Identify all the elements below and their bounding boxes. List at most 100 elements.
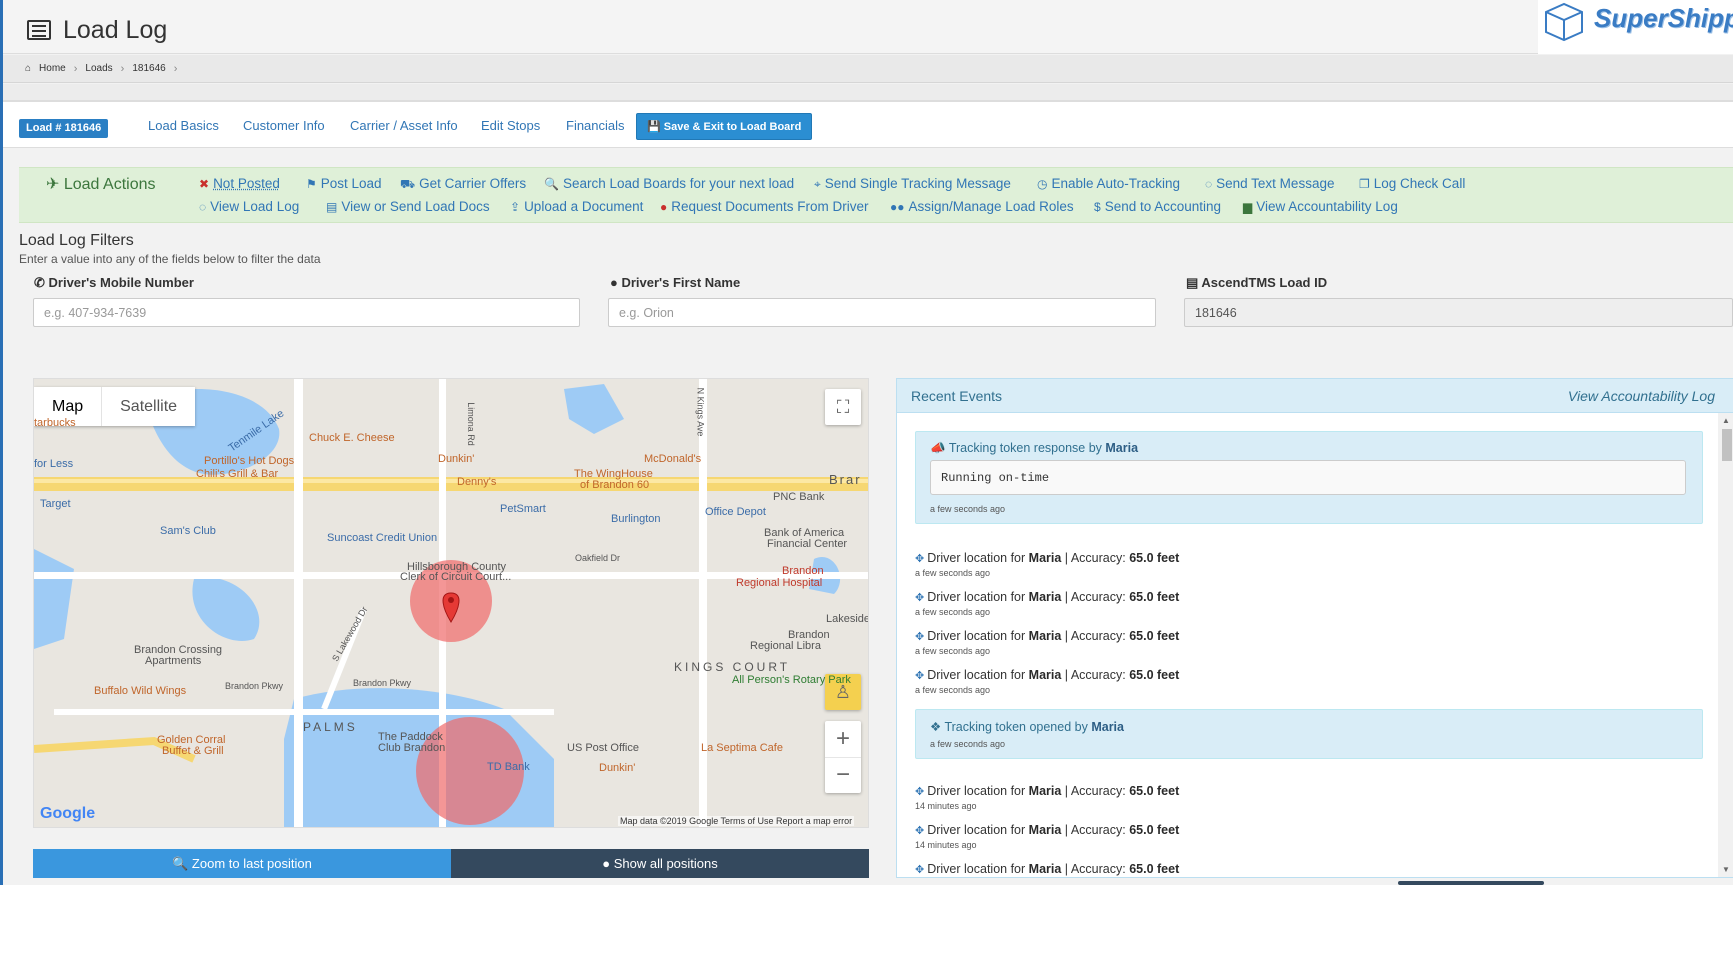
action-view-load-log[interactable]: ◌ View Load Log: [199, 199, 299, 214]
mobile-number-input[interactable]: e.g. 407-934-7639: [33, 298, 580, 327]
tracking-map[interactable]: Map Satellite ⛶ ♙ + − Tenmile Lake Chuck…: [33, 378, 869, 828]
event-accuracy: 65.0 feet: [1129, 784, 1180, 798]
event-accuracy: 65.0 feet: [1129, 862, 1180, 876]
zoom-controls: + −: [825, 721, 861, 793]
action-enable-auto-tracking[interactable]: ◷ Enable Auto-Tracking: [1037, 176, 1180, 191]
map-attribution[interactable]: Map data ©2019 Google Terms of Use Repor…: [618, 816, 855, 826]
event-title: ❖ Tracking token opened by Maria: [930, 719, 1124, 734]
map-label: Denny's: [457, 476, 497, 488]
scroll-up-icon[interactable]: ▲: [1722, 416, 1730, 425]
x-icon: ✖: [199, 177, 210, 191]
zoom-out-icon[interactable]: −: [825, 757, 861, 793]
map-label: Buffalo Wild Wings: [94, 685, 187, 697]
map-label: Dunkin': [438, 453, 475, 465]
event-box: ❖ Tracking token opened by Maria a few s…: [915, 709, 1703, 759]
action-request-documents[interactable]: ● Request Documents From Driver: [660, 199, 869, 214]
map-type-satellite[interactable]: Satellite: [102, 387, 195, 426]
cube-logo-icon: [1545, 2, 1583, 42]
map-label: Buffet & Grill: [162, 745, 224, 757]
action-label: Assign/Manage Load Roles: [908, 199, 1074, 214]
event-accuracy: 65.0 feet: [1129, 590, 1180, 604]
upload-icon: ⇪: [510, 200, 521, 214]
map-label: tarbucks: [34, 417, 76, 429]
action-search-load-boards[interactable]: 🔍 Search Load Boards for your next load: [544, 176, 794, 191]
save-exit-button[interactable]: 💾 Save & Exit to Load Board: [636, 113, 813, 140]
search-icon: 🔍: [172, 856, 192, 871]
action-send-to-accounting[interactable]: $ Send to Accounting: [1094, 199, 1221, 214]
breadcrumb-home[interactable]: Home: [39, 63, 66, 74]
event-accuracy: 65.0 feet: [1129, 551, 1180, 565]
bullhorn-icon: 📣: [930, 441, 949, 455]
phone-icon: ✆: [34, 275, 49, 290]
briefcase-icon: ▆: [1243, 200, 1253, 214]
events-list: 📣 Tracking token response by Maria Runni…: [897, 413, 1717, 877]
action-assign-roles[interactable]: ●● Assign/Manage Load Roles: [890, 199, 1074, 214]
event-separator: | Accuracy:: [1064, 668, 1126, 682]
action-label: Send Text Message: [1216, 176, 1335, 191]
breadcrumb-load-id[interactable]: 181646: [132, 63, 165, 74]
map-label: KINGS COURT: [674, 660, 791, 674]
company-logo[interactable]: SuperShippe: [1538, 0, 1733, 54]
action-view-accountability-log[interactable]: ▆ View Accountability Log: [1243, 199, 1398, 214]
crosshair-icon: ✥: [915, 864, 925, 876]
event-separator: | Accuracy:: [1064, 551, 1126, 565]
chat-widget-tab[interactable]: [1398, 881, 1544, 885]
button-label: Zoom to last position: [191, 856, 312, 871]
event-row: ✥ Driver location for Maria | Accuracy: 6…: [915, 668, 1179, 682]
load-actions-panel: ✈ Load Actions ✖ Not Posted ⚑ Post Load ⛟ G…: [19, 167, 1733, 223]
crosshair-icon: ✥: [915, 553, 925, 565]
tab-customer-info[interactable]: Customer Info: [243, 118, 325, 133]
action-post-load[interactable]: ⚑ Post Load: [306, 176, 382, 191]
view-accountability-log-link[interactable]: View Accountability Log: [1568, 388, 1715, 404]
action-not-posted[interactable]: ✖ Not Posted: [199, 176, 280, 191]
crosshair-icon: ✥: [915, 631, 925, 643]
map-label: Lakeside C: [826, 613, 869, 625]
tab-edit-stops[interactable]: Edit Stops: [481, 118, 540, 133]
zoom-in-icon[interactable]: +: [825, 721, 861, 757]
action-label: View Load Log: [210, 199, 300, 214]
action-send-text-message[interactable]: ◌ Send Text Message: [1205, 176, 1334, 191]
save-exit-label: Save & Exit to Load Board: [663, 121, 802, 133]
action-view-send-docs[interactable]: ▤ View or Send Load Docs: [326, 199, 490, 214]
breadcrumb-loads[interactable]: Loads: [85, 63, 112, 74]
map-label: All Person's Rotary Park: [732, 674, 851, 686]
event-row: ✥ Driver location for Maria | Accuracy: 6…: [915, 590, 1179, 604]
map-label: PNC Bank: [773, 491, 825, 503]
filters-subtitle: Enter a value into any of the fields bel…: [19, 252, 321, 266]
show-all-positions-button[interactable]: ● Show all positions: [451, 849, 869, 878]
map-label: N Kings Ave: [695, 387, 706, 437]
event-separator: | Accuracy:: [1064, 629, 1126, 643]
fullscreen-icon[interactable]: ⛶: [825, 389, 861, 425]
event-text: Driver location for: [927, 551, 1026, 565]
crosshair-icon: ✥: [915, 670, 925, 682]
map-label: Sam's Club: [160, 525, 216, 537]
map-label: for Less: [34, 458, 74, 470]
crosshair-icon: ✥: [915, 786, 925, 798]
label-text: Driver's First Name: [621, 275, 741, 290]
event-time: a few seconds ago: [915, 607, 991, 617]
first-name-input[interactable]: e.g. Orion: [608, 298, 1156, 327]
tab-financials[interactable]: Financials: [566, 118, 625, 133]
event-accuracy: 65.0 feet: [1129, 823, 1180, 837]
event-separator: | Accuracy:: [1064, 784, 1126, 798]
google-logo: Google: [40, 805, 96, 822]
breadcrumb: ⌂ Home › Loads › 181646 ›: [3, 55, 1733, 83]
action-log-check-call[interactable]: ❐ Log Check Call: [1359, 176, 1465, 191]
action-upload-document[interactable]: ⇪ Upload a Document: [510, 199, 643, 214]
event-row: ✥ Driver location for Maria | Accuracy: 6…: [915, 629, 1179, 643]
action-send-tracking-message[interactable]: ⌖ Send Single Tracking Message: [814, 176, 1011, 192]
clock-icon: ◷: [1037, 177, 1048, 191]
map-label: Chili's Grill & Bar: [196, 468, 279, 480]
scroll-down-icon[interactable]: ▼: [1722, 865, 1730, 874]
tab-load-basics[interactable]: Load Basics: [148, 118, 219, 133]
zoom-last-position-button[interactable]: 🔍 Zoom to last position: [33, 849, 451, 878]
tab-carrier-asset-info[interactable]: Carrier / Asset Info: [350, 118, 458, 133]
map-label: Office Depot: [705, 506, 766, 518]
event-user: Maria: [1028, 668, 1062, 682]
top-bar: Load Log SuperShippe: [3, 0, 1733, 54]
action-get-carrier-offers[interactable]: ⛟ Get Carrier Offers: [400, 176, 526, 193]
events-scrollbar[interactable]: ▲ ▼: [1718, 413, 1733, 877]
scroll-thumb[interactable]: [1722, 429, 1732, 461]
event-box: 📣 Tracking token response by Maria Runni…: [915, 431, 1703, 524]
load-actions-title: Load Actions: [63, 176, 156, 193]
